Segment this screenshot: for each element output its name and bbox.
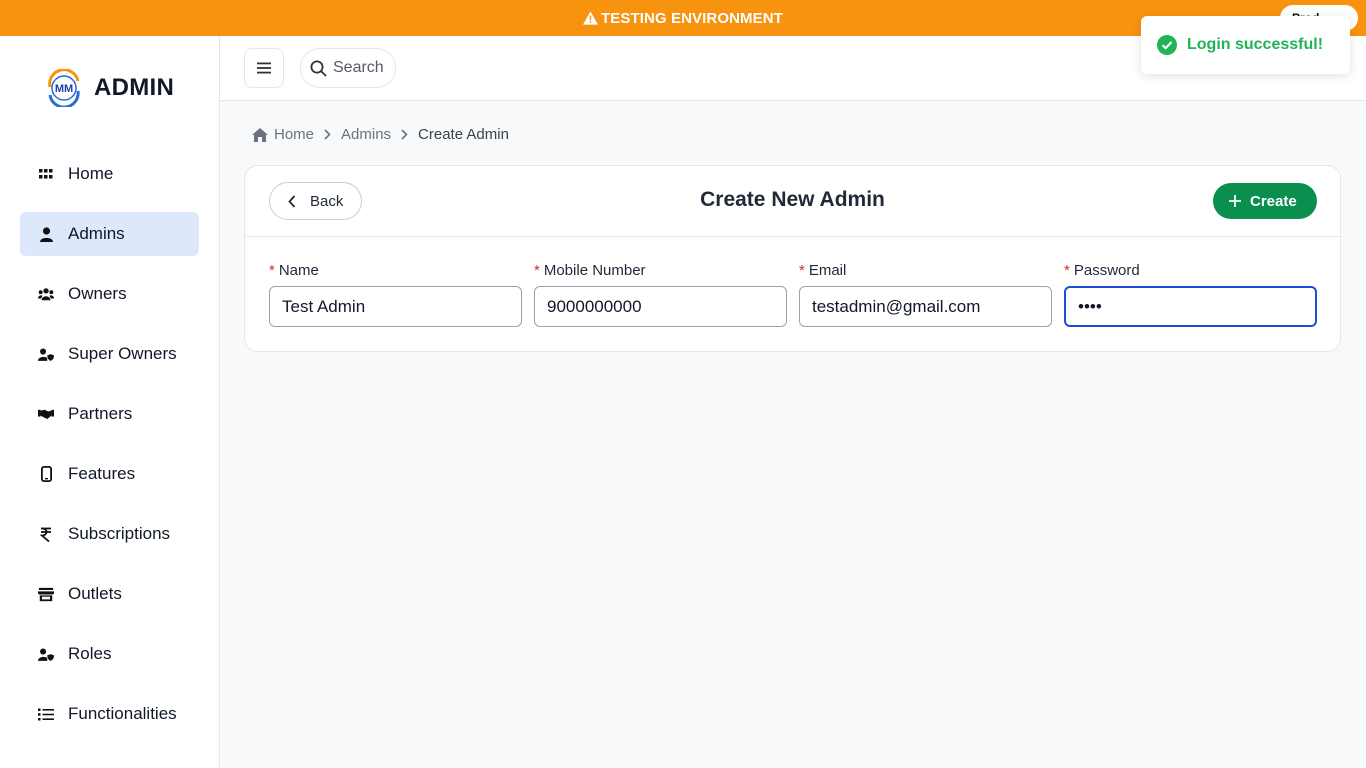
toast-message: Login successful! xyxy=(1187,36,1324,53)
store-icon xyxy=(38,586,54,602)
password-label: * Password xyxy=(1064,262,1140,279)
user-shield-icon xyxy=(38,346,54,362)
sidebar-item-partners[interactable]: Partners xyxy=(20,392,199,436)
admin-form: * Name Test Admin * Mobile Number 90000000… xyxy=(269,262,1317,327)
sidebar-item-label: Super Owners xyxy=(68,344,177,363)
search-button[interactable]: Search xyxy=(300,48,396,88)
required-marker: * xyxy=(269,262,275,279)
menu-toggle-button[interactable] xyxy=(244,48,284,88)
sidebar-item-super-owners[interactable]: Super Owners xyxy=(20,332,199,376)
email-label: * Email xyxy=(799,262,847,279)
sidebar-item-label: Admins xyxy=(68,224,125,243)
search-label: Search xyxy=(333,59,384,76)
sidebar-item-outlets[interactable]: Outlets xyxy=(20,572,199,616)
sidebar-item-label: Home xyxy=(68,164,114,183)
mobile-label: * Mobile Number xyxy=(534,262,646,279)
sidebar-item-label: Roles xyxy=(68,644,112,663)
sidebar-item-label: Partners xyxy=(68,404,133,423)
email-field[interactable]: testadmin@gmail.com xyxy=(799,286,1052,327)
create-label: Create xyxy=(1250,192,1297,210)
sidebar-item-functionalities[interactable]: Functionalities xyxy=(20,692,199,736)
users-icon xyxy=(38,286,54,302)
home-icon xyxy=(252,127,268,142)
sidebar-item-subscriptions[interactable]: Subscriptions xyxy=(20,512,199,556)
create-admin-card: Back Create New Admin Create * Name Test … xyxy=(244,165,1341,352)
list-icon xyxy=(38,706,54,722)
sidebar: MM ADMIN Home Admins Owners Super Owners… xyxy=(0,36,220,768)
brand-logo[interactable]: MM ADMIN xyxy=(44,68,175,109)
password-field[interactable]: •••• xyxy=(1064,286,1317,327)
sidebar-item-owners[interactable]: Owners xyxy=(20,272,199,316)
sidebar-item-home[interactable]: Home xyxy=(20,152,199,196)
user-icon xyxy=(38,226,54,242)
sidebar-item-label: Owners xyxy=(68,284,127,303)
environment-banner-text: TESTING ENVIRONMENT xyxy=(601,9,783,27)
required-marker: * xyxy=(799,262,805,279)
name-field-group: * Name Test Admin xyxy=(269,262,522,327)
password-field-group: * Password •••• xyxy=(1064,262,1317,327)
sidebar-item-label: Outlets xyxy=(68,584,122,603)
sidebar-item-label: Features xyxy=(68,464,136,483)
brand-name: ADMIN xyxy=(94,74,175,101)
hamburger-icon xyxy=(257,62,271,74)
logo-mark-icon: MM xyxy=(44,68,84,109)
sidebar-item-label: Subscriptions xyxy=(68,524,171,543)
breadcrumb: Home Admins Create Admin xyxy=(252,126,509,143)
sidebar-item-label: Functionalities xyxy=(68,704,177,723)
required-marker: * xyxy=(1064,262,1070,279)
rupee-icon xyxy=(38,526,54,542)
chevron-right-icon xyxy=(401,129,408,140)
chevron-right-icon xyxy=(324,129,331,140)
search-icon xyxy=(310,60,327,77)
breadcrumb-home[interactable]: Home xyxy=(274,126,314,143)
warning-icon xyxy=(583,11,599,25)
check-circle-icon xyxy=(1157,35,1177,55)
svg-text:MM: MM xyxy=(55,83,73,95)
breadcrumb-current: Create Admin xyxy=(418,126,509,143)
mobile-field-group: * Mobile Number 9000000000 xyxy=(534,262,787,327)
sidebar-item-admins[interactable]: Admins xyxy=(20,212,199,256)
toast-notification: Login successful! xyxy=(1141,16,1350,74)
name-label: * Name xyxy=(269,262,319,279)
name-field[interactable]: Test Admin xyxy=(269,286,522,327)
sidebar-item-features[interactable]: Features xyxy=(20,452,199,496)
email-field-group: * Email testadmin@gmail.com xyxy=(799,262,1052,327)
card-header: Back Create New Admin Create xyxy=(245,166,1340,237)
page-title: Create New Admin xyxy=(700,188,885,211)
sidebar-nav: Home Admins Owners Super Owners Partners… xyxy=(20,152,199,752)
mobile-number-field[interactable]: 9000000000 xyxy=(534,286,787,327)
plus-icon xyxy=(1229,195,1241,207)
required-marker: * xyxy=(534,262,540,279)
create-button[interactable]: Create xyxy=(1213,183,1317,219)
user-shield-icon xyxy=(38,646,54,662)
mobile-icon xyxy=(38,466,54,482)
handshake-icon xyxy=(38,406,54,422)
breadcrumb-admins[interactable]: Admins xyxy=(341,126,391,143)
grid-icon xyxy=(38,166,54,182)
sidebar-item-roles[interactable]: Roles xyxy=(20,632,199,676)
